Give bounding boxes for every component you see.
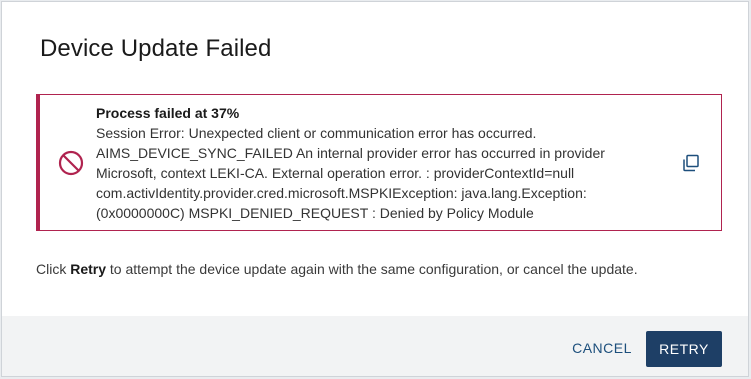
error-line: (0x0000000C) MSPKI_DENIED_REQUEST : Deni… [96,205,534,221]
copy-icon[interactable] [681,153,701,173]
error-line: AIMS_DEVICE_SYNC_FAILED An internal prov… [96,145,605,161]
error-details: Process failed at 37% Session Error: Une… [96,103,626,223]
retry-instruction: Click Retry to attempt the device update… [36,261,638,277]
retry-button[interactable]: RETRY [646,331,722,367]
no-entry-icon [58,150,84,176]
error-heading: Process failed at 37% [96,105,240,121]
error-line: Microsoft, context LEKI-CA. External ope… [96,165,575,181]
error-line: com.activIdentity.provider.cred.microsof… [96,185,587,201]
device-update-failed-dialog: Device Update Failed Process failed at 3… [1,1,749,377]
instruction-suffix: to attempt the device update again with … [106,261,638,277]
dialog-title: Device Update Failed [40,35,272,62]
dialog-footer: CANCEL RETRY [2,316,748,376]
instruction-emphasis: Retry [70,261,107,277]
cancel-button[interactable]: CANCEL [562,332,642,364]
error-message-box: Process failed at 37% Session Error: Une… [36,94,722,231]
instruction-prefix: Click [36,261,71,277]
error-line: Session Error: Unexpected client or comm… [96,125,537,141]
